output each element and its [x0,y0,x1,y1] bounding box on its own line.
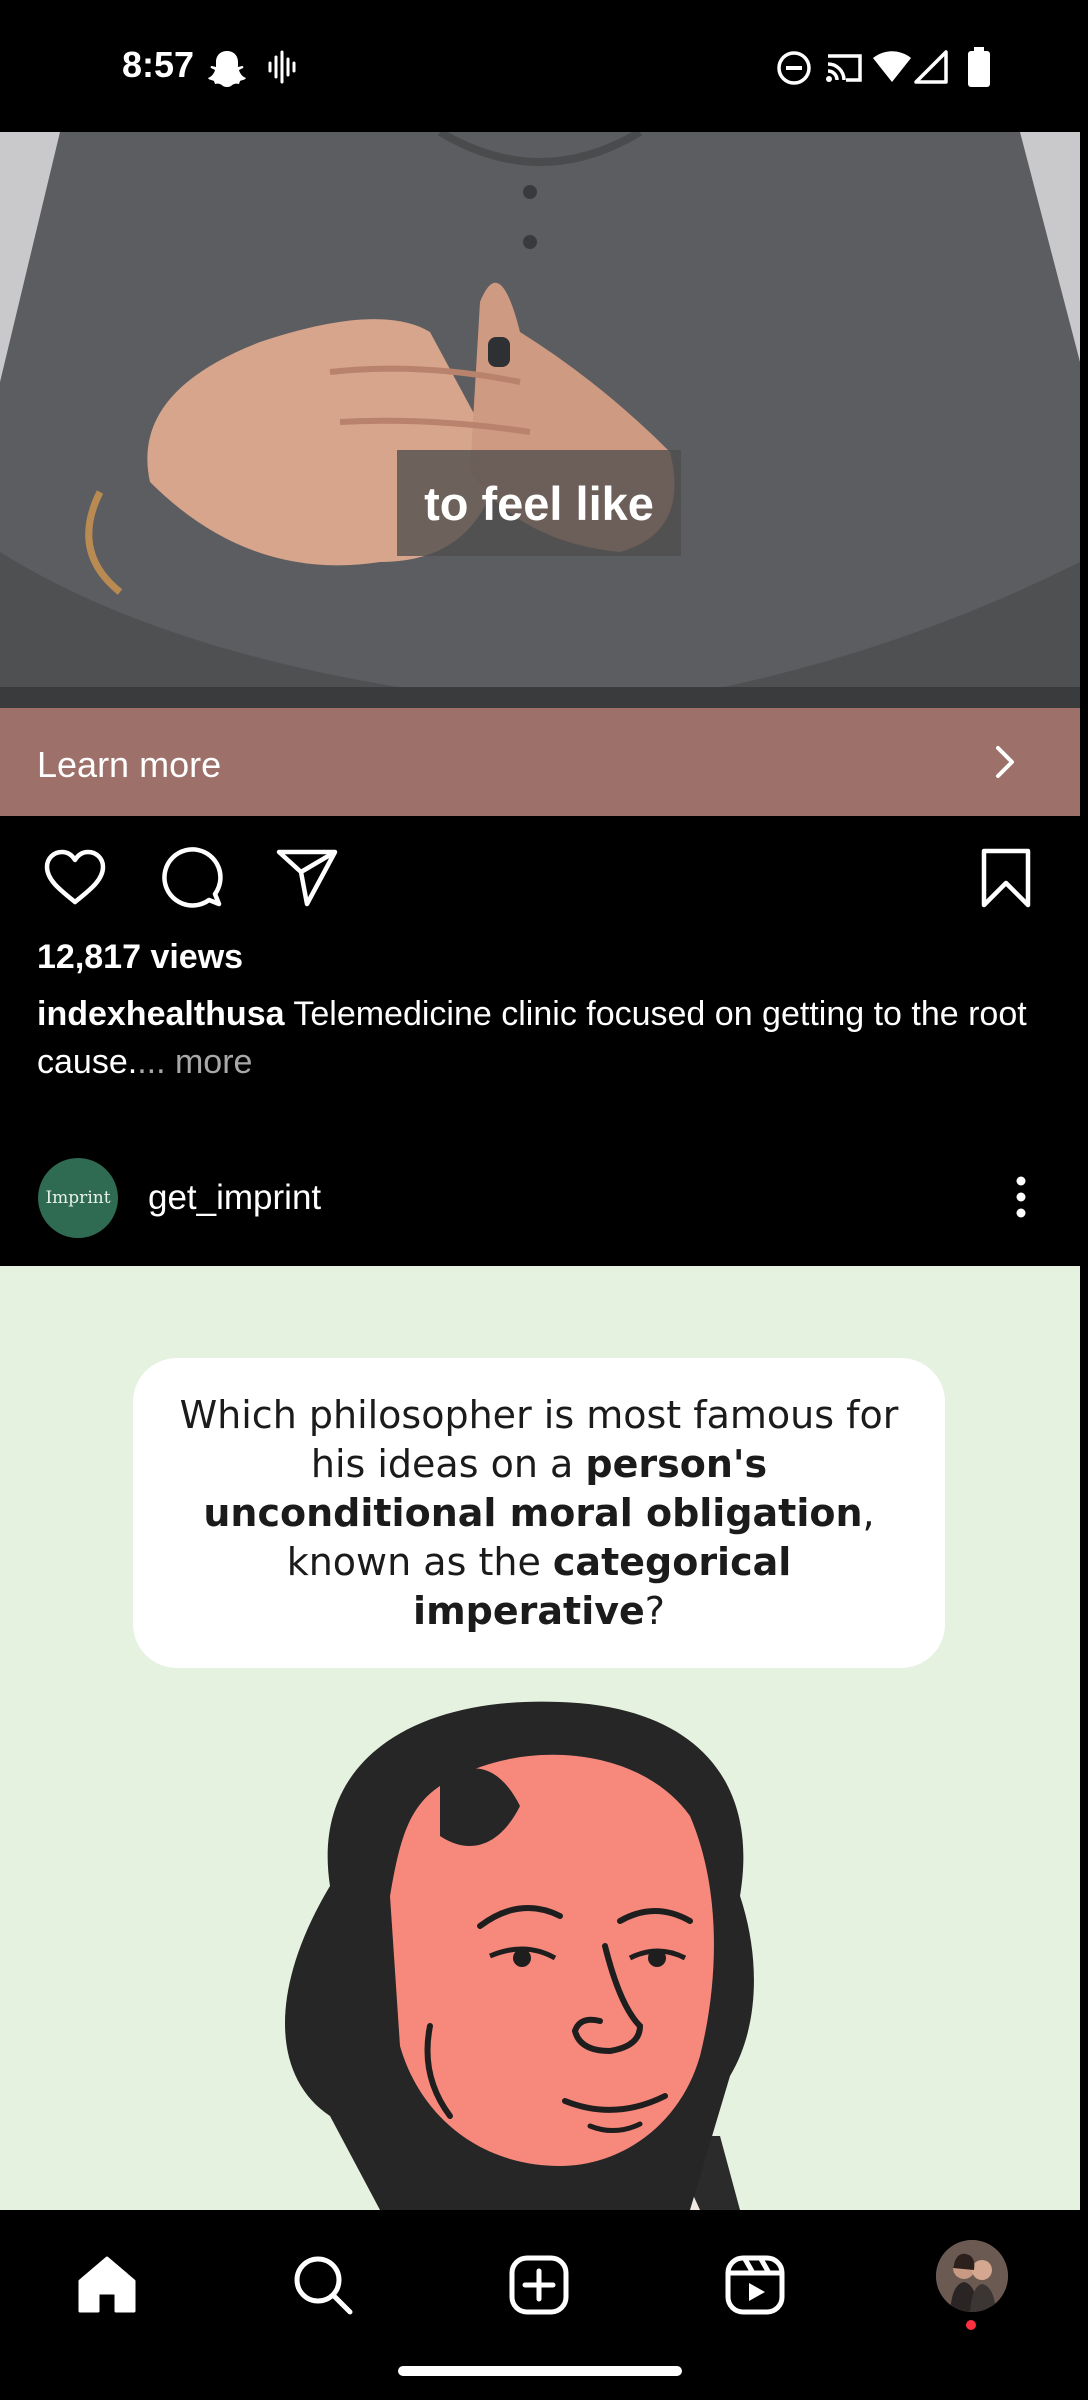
video-player[interactable]: to feel like [0,132,1080,708]
nav-search[interactable] [288,2250,358,2320]
snapchat-icon [208,51,246,87]
cast-icon [826,54,862,82]
cell-signal-icon [914,50,948,84]
video-caption: to feel like [397,450,681,556]
wifi-icon [873,51,911,82]
heart-icon [44,849,106,905]
nav-create[interactable] [504,2250,574,2320]
save-button[interactable] [970,843,1042,913]
profile-avatar [936,2240,1008,2312]
post-caption: indexhealthusa Telemedicine clinic focus… [37,990,1047,1086]
learn-more-label: Learn more [37,744,222,785]
reels-icon [725,2255,785,2315]
audio-waveform-icon [268,50,296,84]
chevron-right-icon [996,746,1014,778]
home-icon [78,2256,136,2313]
more-options-button[interactable] [1000,1170,1042,1224]
avatar-label: Imprint [45,1188,111,1208]
bookmark-icon [981,848,1031,908]
send-icon [276,849,338,907]
nav-profile[interactable] [936,2240,1008,2312]
question-text: Which philosopher is most famous for his… [179,1392,899,1633]
learn-more-button[interactable]: Learn more [0,708,1080,816]
like-button[interactable] [38,845,112,911]
nav-home[interactable] [72,2250,142,2320]
more-link[interactable]: ... more [137,1043,252,1081]
view-count: 12,817 views [37,938,244,976]
battery-icon [968,47,990,87]
nav-reels[interactable] [720,2250,790,2320]
post-image[interactable]: Which philosopher is most famous for his… [0,1266,1080,2210]
status-time: 8:57 [122,44,195,85]
create-icon [509,2255,569,2315]
account-avatar[interactable]: Imprint [38,1158,118,1238]
status-bar: 8:57 [0,0,1088,132]
home-indicator[interactable] [398,2366,682,2376]
video-frame [0,132,1080,708]
search-icon [294,2256,353,2315]
share-button[interactable] [270,843,344,913]
comment-button[interactable] [154,843,228,913]
post-username[interactable]: get_imprint [148,1178,321,1218]
question-card: Which philosopher is most famous for his… [133,1358,945,1668]
more-vertical-icon [1016,1176,1026,1218]
notification-dot [966,2320,976,2330]
do-not-disturb-icon [777,51,811,85]
comment-icon [162,847,223,908]
caption-username[interactable]: indexhealthusa [37,995,285,1033]
philosopher-illustration [285,1701,754,2210]
